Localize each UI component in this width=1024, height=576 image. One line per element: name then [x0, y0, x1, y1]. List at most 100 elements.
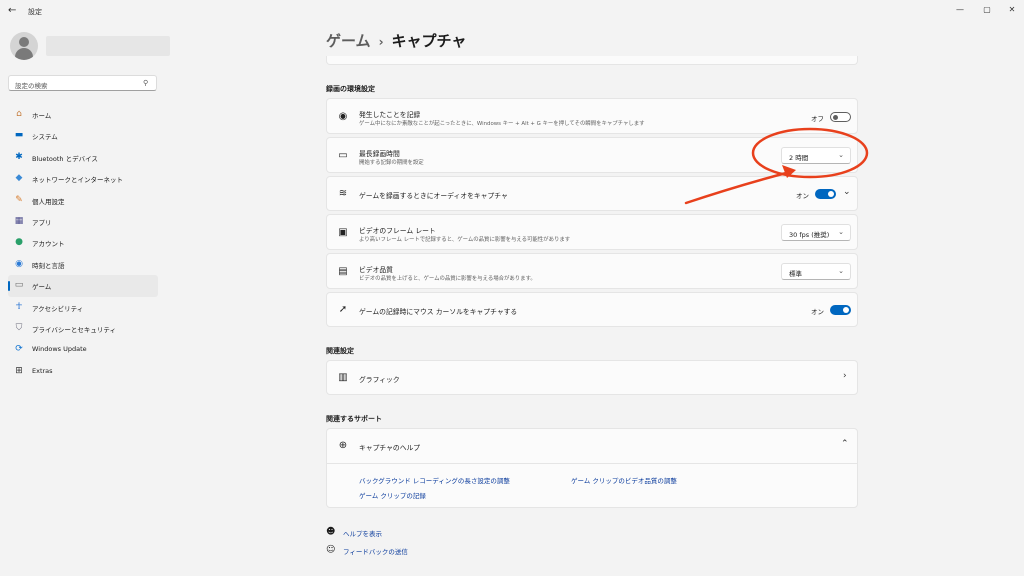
home-icon: ⌂ — [16, 109, 22, 119]
sidebar-item-system[interactable]: ▬ システム — [8, 125, 158, 146]
chevron-up-icon: ⌃ — [841, 439, 849, 449]
audio-wave-icon: ≋ — [338, 188, 348, 199]
setting-title: 発生したことを記録 — [359, 111, 421, 119]
sidebar-item-label: アカウント — [32, 240, 65, 249]
support-link-video-quality[interactable]: ゲーム クリップのビデオ品質の調整 — [571, 475, 677, 485]
setting-frame-rate: ▣ ビデオのフレーム レート より高いフレーム レートで記録すると、ゲームの品質… — [326, 214, 858, 250]
scrolled-card-edge — [326, 56, 858, 65]
sidebar-item-label: ゲーム — [32, 283, 52, 292]
breadcrumb: ゲーム › キャプチャ — [326, 30, 466, 51]
support-help-header[interactable]: ⊕ キャプチャのヘルプ ⌃ — [327, 429, 857, 464]
page-title: キャプチャ — [391, 32, 467, 50]
shield-icon: ⛉ — [15, 322, 23, 333]
globe-icon: ⊕ — [338, 440, 348, 451]
breadcrumb-separator: › — [378, 35, 384, 49]
update-icon: ⟳ — [15, 344, 23, 355]
sidebar-item-label: アクセシビリティ — [32, 304, 84, 313]
sidebar-item-home[interactable]: ⌂ ホーム — [8, 104, 158, 125]
section-title-related-settings: 関連設定 — [326, 347, 354, 355]
help-icon: ☻ — [326, 527, 336, 537]
sidebar-item-gaming[interactable]: ▭ ゲーム — [8, 275, 158, 297]
network-icon: ◆ — [15, 173, 23, 184]
support-link-record-clips[interactable]: ゲーム クリップの記録 — [359, 490, 426, 500]
sidebar-item-label: Extras — [32, 366, 53, 375]
video-quality-icon: ▤ — [338, 266, 348, 277]
support-link-background-recording[interactable]: バックグラウンド レコーディングの長さ設定の調整 — [359, 475, 510, 485]
sidebar-item-personalization[interactable]: ✎ 個人用設定 — [8, 190, 158, 211]
sidebar-item-windows-update[interactable]: ⟳ Windows Update — [8, 339, 158, 360]
search-icon: ⚲ — [143, 79, 149, 87]
max-recording-length-dropdown[interactable]: 2 時間 ⌄ — [781, 147, 851, 164]
setting-title: ゲームを録画するときにオーディオをキャプチャ — [359, 192, 508, 200]
related-graphics[interactable]: ▥ グラフィック › — [326, 360, 858, 395]
chevron-down-icon: ⌄ — [838, 151, 844, 159]
brush-icon: ✎ — [15, 194, 23, 205]
setting-desc: ビデオの品質を上げると、ゲームの品質に影響を与える場合があります。 — [359, 276, 536, 282]
sidebar-item-label: アプリ — [32, 218, 52, 227]
sidebar-item-label: 時刻と言語 — [32, 261, 65, 270]
breadcrumb-parent[interactable]: ゲーム — [326, 32, 371, 50]
search-input[interactable]: 設定の検索 ⚲ — [8, 75, 157, 91]
time-language-icon: ◉ — [15, 258, 23, 269]
chevron-down-icon: ⌄ — [838, 228, 844, 236]
toggle-state-label: オン — [811, 308, 824, 316]
video-camera-icon: ▭ — [338, 150, 348, 161]
setting-title: ゲームの記録時にマウス カーソルをキャプチャする — [359, 308, 518, 316]
dropdown-value: 30 fps (推奨) — [789, 231, 830, 239]
sidebar-item-time-language[interactable]: ◉ 時刻と言語 — [8, 254, 158, 275]
capture-cursor-toggle[interactable] — [830, 305, 851, 315]
setting-desc: 開始する記録の期間を設定 — [359, 160, 424, 166]
sidebar-item-label: プライバシーとセキュリティ — [32, 325, 116, 334]
sidebar-item-apps[interactable]: ▦ アプリ — [8, 211, 158, 232]
support-help-title: キャプチャのヘルプ — [359, 444, 421, 452]
toggle-state-label: オフ — [811, 115, 824, 123]
setting-max-recording-length: ▭ 最長録画時間 開始する記録の期間を設定 2 時間 ⌄ — [326, 137, 858, 173]
capture-audio-toggle[interactable] — [815, 189, 836, 199]
maximize-button[interactable]: ▢ — [981, 5, 993, 14]
toggle-state-label: オン — [796, 192, 809, 200]
feedback-icon: ☺ — [326, 545, 336, 555]
dropdown-value: 2 時間 — [789, 154, 809, 162]
get-help-link[interactable]: ヘルプを表示 — [343, 528, 382, 538]
sidebar-item-network[interactable]: ◆ ネットワークとインターネット — [8, 168, 158, 189]
feedback-link[interactable]: フィードバックの送信 — [343, 546, 408, 556]
related-graphics-label: グラフィック — [359, 376, 400, 384]
cursor-icon: ➚ — [338, 304, 348, 315]
minimize-button[interactable]: — — [954, 5, 966, 14]
graphics-icon: ▥ — [338, 372, 348, 383]
frame-rate-dropdown[interactable]: 30 fps (推奨) ⌄ — [781, 224, 851, 241]
gaming-icon: ▭ — [14, 280, 24, 291]
username-redacted — [46, 36, 170, 56]
back-arrow-icon[interactable]: ← — [8, 6, 18, 16]
setting-video-quality: ▤ ビデオ品質 ビデオの品質を上げると、ゲームの品質に影響を与える場合があります… — [326, 253, 858, 289]
title-bar: ← 設定 — ▢ ✕ — [0, 0, 1024, 24]
extras-icon: ⊞ — [15, 365, 23, 376]
video-quality-dropdown[interactable]: 標準 ⌄ — [781, 263, 851, 280]
system-icon: ▬ — [14, 130, 24, 141]
setting-desc: より高いフレーム レートで記録すると、ゲームの品質に影響を与える可能性があります — [359, 237, 571, 243]
dropdown-value: 標準 — [789, 270, 802, 278]
setting-title: 最長録画時間 — [359, 150, 400, 158]
sidebar-item-label: Bluetooth とデバイス — [32, 154, 98, 163]
sidebar-item-label: ホーム — [32, 112, 52, 120]
sidebar-item-privacy[interactable]: ⛉ プライバシーとセキュリティ — [8, 318, 158, 339]
sidebar-item-label: 個人用設定 — [32, 197, 65, 206]
chevron-down-icon[interactable]: ⌄ — [843, 187, 851, 197]
sidebar-item-label: ネットワークとインターネット — [32, 176, 123, 185]
setting-capture-audio: ≋ ゲームを録画するときにオーディオをキャプチャ オン ⌄ — [326, 176, 858, 211]
chevron-down-icon: ⌄ — [838, 267, 844, 275]
accessibility-icon: ☥ — [15, 301, 23, 312]
section-title-related-support: 関連するサポート — [326, 415, 382, 423]
sidebar-item-extras[interactable]: ⊞ Extras — [8, 361, 158, 382]
chevron-right-icon: › — [843, 371, 847, 381]
sidebar-item-accounts[interactable]: ● アカウント — [8, 232, 158, 253]
record-icon: ◉ — [338, 111, 348, 122]
sidebar-item-bluetooth[interactable]: ✱ Bluetooth とデバイス — [8, 147, 158, 168]
app-title: 設定 — [28, 8, 42, 16]
record-what-happened-toggle[interactable] — [830, 112, 851, 122]
sidebar-item-accessibility[interactable]: ☥ アクセシビリティ — [8, 297, 158, 318]
close-button[interactable]: ✕ — [1006, 5, 1018, 14]
avatar[interactable] — [10, 32, 38, 60]
bluetooth-icon: ✱ — [15, 151, 23, 162]
support-capture-help: ⊕ キャプチャのヘルプ ⌃ バックグラウンド レコーディングの長さ設定の調整 ゲ… — [326, 428, 858, 508]
